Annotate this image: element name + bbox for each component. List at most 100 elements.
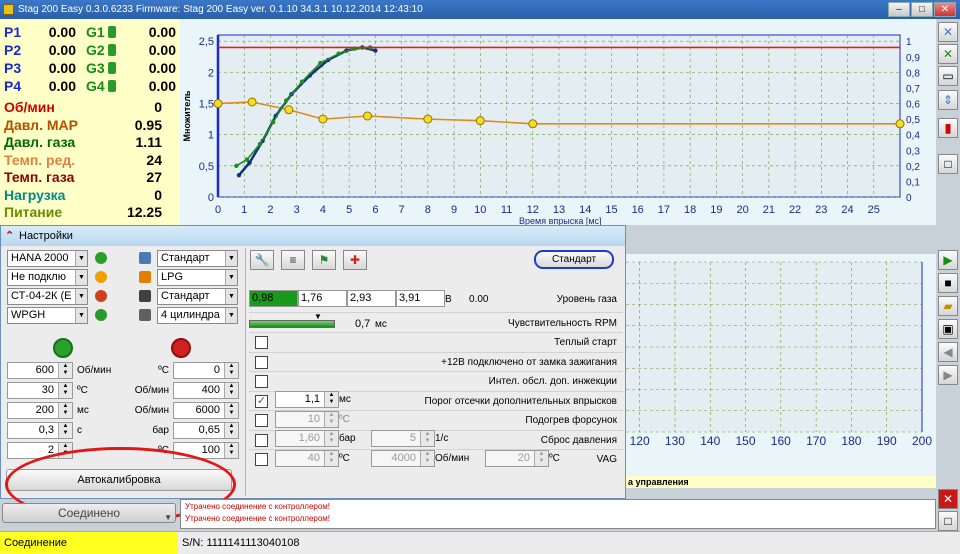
gas-level-threshold[interactable]: 1,76 [298,290,347,307]
data-point [284,98,289,103]
dropdown-value: 4 цилиндра [161,309,220,321]
option-checkbox[interactable] [255,336,268,349]
settings-header[interactable]: ⌃ Настройки [1,226,625,246]
map-point[interactable] [284,105,294,115]
spinner-icon[interactable]: ▲ ▼ [224,383,238,398]
spinner-icon[interactable]: ▲ ▼ [324,431,338,446]
option-checkbox[interactable]: ✓ [255,394,268,408]
spinner-icon[interactable]: ▲ ▼ [420,451,434,466]
log-window-icon[interactable]: □ [938,511,958,531]
window-icon[interactable]: ▭ [938,66,958,86]
option-input[interactable]: 40 ▲ ▼ [275,450,339,467]
left-param-input[interactable]: 600 ▲ ▼ [7,362,73,379]
spinner-icon[interactable]: ▲ ▼ [324,392,338,407]
spinner-icon[interactable]: ▲ ▼ [58,403,72,418]
map-point[interactable] [318,114,328,124]
option-input[interactable]: 20 ▲ ▼ [485,450,549,467]
close-button[interactable]: ✕ [934,2,956,17]
y-right-tick-label: 0,9 [906,53,920,64]
chevron-down-icon: ▼ [75,251,87,266]
config-dropdown[interactable]: Стандарт ▼ [157,250,238,267]
option-checkbox[interactable] [255,355,268,369]
x-tick-label: 130 [665,434,685,448]
option-input[interactable]: 1,1 ▲ ▼ [275,391,339,408]
slider-thumb-icon[interactable]: ▼ [314,312,322,321]
spinner-icon[interactable]: ▲ ▼ [58,423,72,438]
spinner-icon[interactable]: ▲ ▼ [420,431,434,446]
left-param-input[interactable]: 30 ▲ ▼ [7,382,73,399]
gas-level-threshold[interactable]: 2,93 [347,290,396,307]
close-chart-icon[interactable]: ✕ [938,22,958,42]
play-icon[interactable]: ▶ [938,250,958,270]
minimize-button[interactable]: – [888,2,910,17]
standard-button[interactable]: Стандарт [534,250,614,269]
right-param-input[interactable]: 0 ▲ ▼ [173,362,239,379]
map-point[interactable] [895,119,905,129]
record-icon[interactable]: ▮ [938,118,958,138]
option-checkbox[interactable] [255,433,268,447]
injector-g-value: 0.00 [148,42,176,58]
config-dropdown[interactable]: Стандарт ▼ [157,288,238,305]
injector-g-label: G4 [86,78,105,94]
gas-level-threshold[interactable]: 0,98 [249,290,298,307]
stop-icon[interactable]: ■ [938,273,958,293]
right-param-input[interactable]: 6000 ▲ ▼ [173,402,239,419]
hardware-dropdown[interactable]: Не подклю ▼ [7,269,88,286]
wrench-icon[interactable]: 🔧 [250,250,274,270]
map-point[interactable] [528,119,538,129]
option-input[interactable]: 4000 ▲ ▼ [371,450,435,467]
clear-icon[interactable]: ✕ [938,44,958,64]
map-point[interactable] [423,114,433,124]
left-param-input[interactable]: 200 ▲ ▼ [7,402,73,419]
map-point[interactable] [213,99,223,109]
main-chart: 0 1 2 3 4 5 6 7 8 9 10 11 12 13 14 15 16 17 18 19 20 21 22 23 24… [180,19,936,225]
open-folder-icon[interactable]: ▰ [938,296,958,316]
hardware-dropdown[interactable]: HANA 2000 ▼ [7,250,88,267]
connection-button[interactable]: Соединено ▼ [2,503,176,523]
map-point[interactable] [363,111,373,121]
option-input[interactable]: 1,60 ▲ ▼ [275,430,339,447]
config-dropdown[interactable]: LPG ▼ [157,269,238,286]
spinner-icon[interactable]: ▲ ▼ [324,451,338,466]
forward-icon[interactable]: ▶ [938,365,958,385]
spinner-icon[interactable]: ▲ ▼ [224,443,238,458]
hardware-dropdown[interactable]: СТ-04-2К (Е ▼ [7,288,88,305]
injector-g-value: 0.00 [148,78,176,94]
map-point[interactable] [475,116,485,126]
spinner-icon[interactable]: ▲ ▼ [534,451,548,466]
add-icon[interactable]: ✚ [343,250,367,270]
injector-icon [108,44,116,56]
spinner-icon[interactable]: ▲ ▼ [224,423,238,438]
maximize-button[interactable]: □ [911,2,933,17]
option-checkbox[interactable] [255,375,268,388]
back-icon[interactable]: ◀ [938,342,958,362]
x-tick-label: 16 [632,204,644,216]
left-param-input[interactable]: 0,3 ▲ ▼ [7,422,73,439]
spinner-icon[interactable]: ▲ ▼ [58,363,72,378]
spinner-icon[interactable]: ▲ ▼ [58,383,72,398]
square-icon[interactable]: □ [938,154,958,174]
config-dropdown[interactable]: 4 цилиндра ▼ [157,307,238,324]
list-icon[interactable]: ≡ [281,250,305,270]
map-point[interactable] [247,97,257,107]
option-checkbox[interactable] [255,414,268,427]
option-input[interactable]: 10 ▲ ▼ [275,411,339,428]
split-icon[interactable]: ⇕ [938,90,958,110]
title-bar: Stag 200 Easy 0.3.0.6233 Firmware: Stag … [0,0,960,19]
spinner-icon[interactable]: ▲ ▼ [224,403,238,418]
spinner-icon[interactable]: ▲ ▼ [324,412,338,427]
right-param-input[interactable]: 0,65 ▲ ▼ [173,422,239,439]
save-icon[interactable]: ▣ [938,319,958,339]
right-param-input[interactable]: 400 ▲ ▼ [173,382,239,399]
spinner-icon[interactable]: ▲ ▼ [224,363,238,378]
collapse-icon[interactable]: ⌃ [5,226,14,246]
rpm-sensitivity-slider[interactable] [249,320,335,328]
close-log-icon[interactable]: ✕ [938,489,958,509]
sensor-row: Питание 12.25 [0,204,176,222]
flag-icon[interactable]: ⚑ [312,250,336,270]
chevron-down-icon: ▼ [164,513,172,522]
option-input[interactable]: 5 ▲ ▼ [371,430,435,447]
x-tick-label: 150 [736,434,756,448]
hardware-dropdown[interactable]: WPGH ▼ [7,307,88,324]
option-checkbox[interactable] [255,453,268,466]
